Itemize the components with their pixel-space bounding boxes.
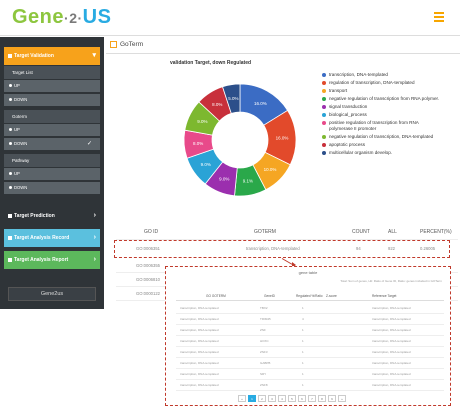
popup-table-row[interactable]: transcription, DNA-templated TBX2 1 transcr… xyxy=(176,303,444,314)
square-icon xyxy=(8,53,12,58)
page-title: GoTerm xyxy=(120,41,144,48)
donut-chart: 16.0% 16.0% 10.0% 9.1% 9.0% 9.0% 8.0% 9.0% 8.0% 5… xyxy=(183,83,297,197)
sidebar-target-list-up[interactable]: UP xyxy=(4,80,100,92)
slice-label: 16.0% xyxy=(254,101,267,106)
legend-item[interactable]: transport xyxy=(322,88,442,94)
legend-swatch xyxy=(322,143,326,147)
page-button[interactable]: 9 xyxy=(328,395,336,402)
page-button[interactable]: 7 xyxy=(308,395,316,402)
sidebar-pathway-down[interactable]: DOWN xyxy=(4,182,100,194)
content-title-bar: GoTerm xyxy=(106,37,460,54)
chart-legend: transcription, DNA-templated regulation o… xyxy=(322,72,442,158)
chevron-right-icon: › xyxy=(93,212,96,219)
sidebar-goterm-up[interactable]: UP xyxy=(4,124,100,136)
page-button[interactable]: 5 xyxy=(288,395,296,402)
legend-item[interactable]: negative regulation of transcription, DN… xyxy=(322,134,442,140)
sidebar: Target Validation ▾ Target List UP DOWN G… xyxy=(0,37,104,309)
legend-swatch xyxy=(322,73,326,77)
legend-item[interactable]: apoptotic process xyxy=(322,142,442,148)
square-icon xyxy=(8,235,12,240)
legend-swatch xyxy=(322,135,326,139)
slice-label: 16.0% xyxy=(276,135,289,140)
sidebar-goterm[interactable]: Goterm xyxy=(4,110,100,123)
popup-table-row[interactable]: transcription, DNA-templated GABPB 1 transc… xyxy=(176,358,444,369)
sidebar-goterm-down[interactable]: DOWN ✓ xyxy=(4,138,100,150)
hamburger-icon[interactable] xyxy=(434,12,444,22)
page-button[interactable]: 6 xyxy=(298,395,306,402)
slice-label: 9.0% xyxy=(201,162,211,167)
page-button[interactable]: « xyxy=(238,395,246,402)
check-icon: ✓ xyxy=(86,141,92,147)
legend-swatch xyxy=(322,97,326,101)
table-header: GO ID GOTERM COUNT ALL PERCENT(%) xyxy=(116,229,458,239)
legend-swatch xyxy=(322,113,326,117)
legend-item[interactable]: transcription, DNA-templated xyxy=(322,72,442,78)
popup-table-row[interactable]: transcription, DNA-templated ZNF 1 transcri… xyxy=(176,325,444,336)
popup-table-row[interactable]: transcription, DNA-templated ZNF3 1 transcr… xyxy=(176,347,444,358)
sidebar-pathway[interactable]: Pathway xyxy=(4,154,100,167)
sidebar-footer: Gene2us xyxy=(8,287,96,301)
chart-title: validation Target, down Regulated xyxy=(170,60,252,66)
sidebar-target-list[interactable]: Target List xyxy=(4,66,100,79)
slice-label: 9.0% xyxy=(197,119,207,124)
col-percent[interactable]: PERCENT(%) xyxy=(420,229,452,235)
panel-icon xyxy=(110,41,117,48)
col-count[interactable]: COUNT xyxy=(352,229,370,235)
popup-table-row[interactable]: transcription, DNA-templated TRIM45 4 trans… xyxy=(176,314,444,325)
page-button[interactable]: 2 xyxy=(258,395,266,402)
legend-item[interactable]: multicellular organism develop. xyxy=(322,150,442,156)
col-goterm[interactable]: GOTERM xyxy=(254,229,276,235)
col-all[interactable]: ALL xyxy=(388,229,397,235)
selected-row-highlight xyxy=(114,240,450,258)
square-icon xyxy=(8,213,12,218)
slice-label: 8.0% xyxy=(212,102,222,107)
popup-note: Total: Sum of genes, Hit: Ratio of Gene … xyxy=(340,279,442,283)
popup-table-header: GO GOTERM GeneID Regulated %/Ratio Z-sco… xyxy=(176,294,444,301)
slice-label: 9.1% xyxy=(243,179,253,184)
page-button[interactable]: » xyxy=(338,395,346,402)
col-goid[interactable]: GO ID xyxy=(144,229,158,235)
slice-label: 5.0% xyxy=(228,96,238,101)
sidebar-analysis-report[interactable]: Target Analysis Report › xyxy=(4,251,100,269)
legend-item[interactable]: positive regulation of transcription fro… xyxy=(322,120,442,132)
slice-label: 9.0% xyxy=(219,176,229,181)
slice-label: 10.0% xyxy=(264,167,277,172)
sidebar-target-validation[interactable]: Target Validation ▾ xyxy=(4,47,100,65)
page-button[interactable]: 1 xyxy=(248,395,256,402)
sidebar-analysis-record[interactable]: Target Analysis Record › xyxy=(4,229,100,247)
legend-swatch xyxy=(322,81,326,85)
logo[interactable]: Gene·2·US xyxy=(12,6,111,29)
slice-label: 8.0% xyxy=(193,141,203,146)
legend-item[interactable]: signal transduction xyxy=(322,104,442,110)
popup-table-row[interactable]: transcription, DNA-templated ZNF8 1 transcr… xyxy=(176,380,444,391)
gene-table-popup: gene table Total: Sum of genes, Hit: Rat… xyxy=(165,266,451,406)
legend-item[interactable]: biological_process xyxy=(322,112,442,118)
app-header: Gene·2·US xyxy=(0,0,460,36)
legend-swatch xyxy=(322,89,326,93)
popup-table-row[interactable]: transcription, DNA-templated HOXC 1 transcr… xyxy=(176,336,444,347)
page-button[interactable]: 3 xyxy=(268,395,276,402)
chevron-right-icon: › xyxy=(93,256,96,263)
sidebar-pathway-up[interactable]: UP xyxy=(4,168,100,180)
page-button[interactable]: 4 xyxy=(278,395,286,402)
page-button[interactable]: 8 xyxy=(318,395,326,402)
square-icon xyxy=(8,257,12,262)
sidebar-target-prediction[interactable]: Target Prediction › xyxy=(4,207,100,225)
popup-title: gene table xyxy=(298,270,318,275)
sidebar-target-list-down[interactable]: DOWN xyxy=(4,94,100,106)
legend-swatch xyxy=(322,151,326,155)
legend-swatch xyxy=(322,105,326,109)
chevron-right-icon: › xyxy=(93,234,96,241)
chevron-down-icon: ▾ xyxy=(92,52,96,59)
legend-item[interactable]: negative regulation of transcription fro… xyxy=(322,96,442,102)
legend-item[interactable]: regulation of transcription, DNA-templat… xyxy=(322,80,442,86)
legend-swatch xyxy=(322,121,326,125)
popup-table-row[interactable]: transcription, DNA-templated SRY 1 transcri… xyxy=(176,369,444,380)
sidebar-bottom-space xyxy=(0,309,104,409)
